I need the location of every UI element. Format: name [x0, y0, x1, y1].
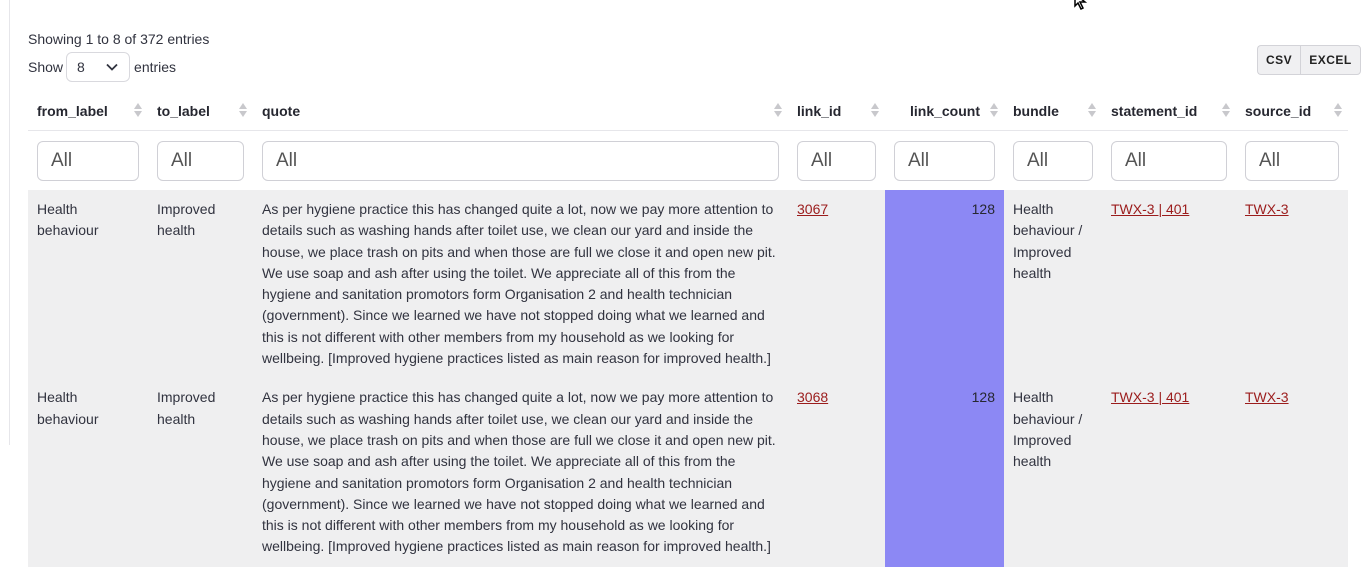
column-header-source-id[interactable]: source_id	[1236, 91, 1348, 131]
sort-icon	[1334, 102, 1342, 118]
column-header-label: from_label	[37, 102, 108, 119]
filter-link-id-input[interactable]: All	[797, 140, 876, 181]
column-header-bundle[interactable]: bundle	[1004, 91, 1102, 131]
filter-link-count-input[interactable]: All	[894, 140, 995, 181]
link-id-link[interactable]: 3067	[797, 201, 828, 217]
sort-icon	[774, 102, 782, 118]
page-length-control: Show 8 entries	[28, 52, 176, 82]
sort-icon	[990, 102, 998, 118]
column-header-label: quote	[262, 102, 301, 119]
filter-bundle-input[interactable]: All	[1013, 140, 1093, 181]
excel-button[interactable]: EXCEL	[1300, 45, 1361, 75]
cell-bundle: Health behaviour / Improved health	[1004, 190, 1102, 379]
column-header-quote[interactable]: quote	[253, 91, 788, 131]
sort-icon	[1088, 102, 1096, 118]
statement-id-link[interactable]: TWX-3 | 401	[1111, 389, 1189, 405]
filter-statement-id-input[interactable]: All	[1111, 140, 1227, 181]
link-id-link[interactable]: 3068	[797, 389, 828, 405]
cell-statement-id: TWX-3 | 401	[1102, 190, 1236, 379]
cell-to-label: Improved health	[148, 190, 253, 379]
page-length-value: 8	[77, 59, 85, 75]
page-left-border	[9, 0, 10, 445]
statement-id-link[interactable]: TWX-3 | 401	[1111, 201, 1189, 217]
source-id-link[interactable]: TWX-3	[1245, 389, 1289, 405]
cell-source-id: TWX-3	[1236, 190, 1348, 379]
table-row: Health behaviour Improved health As per …	[28, 190, 1348, 379]
column-header-label: link_id	[797, 102, 842, 119]
header-row: from_label to_label quote link_id link_c…	[28, 91, 1348, 131]
column-header-link-id[interactable]: link_id	[788, 91, 885, 131]
column-header-label: to_label	[157, 102, 210, 119]
show-label: Show	[28, 59, 64, 75]
sort-icon	[1222, 102, 1230, 118]
sort-icon	[134, 102, 142, 118]
filter-cell: All	[1236, 131, 1348, 191]
table-info: Showing 1 to 8 of 372 entries	[28, 31, 210, 47]
entries-label: entries	[134, 59, 177, 75]
sort-icon	[239, 102, 247, 118]
cell-link-id: 3067	[788, 190, 885, 379]
column-header-label: link_count	[909, 102, 980, 119]
cell-bundle: Health behaviour / Improved health	[1004, 378, 1102, 567]
filter-cell: All	[1102, 131, 1236, 191]
cell-from-label: Health behaviour	[28, 378, 148, 567]
cell-link-id: 3068	[788, 378, 885, 567]
filter-row: All All All All All All All All	[28, 131, 1348, 191]
data-table: from_label to_label quote link_id link_c…	[28, 91, 1348, 567]
cell-source-id: TWX-3	[1236, 378, 1348, 567]
column-header-label: source_id	[1245, 102, 1312, 119]
filter-quote-input[interactable]: All	[262, 140, 779, 181]
column-header-to-label[interactable]: to_label	[148, 91, 253, 131]
filter-cell: All	[253, 131, 788, 191]
table-row: Health behaviour Improved health As per …	[28, 378, 1348, 567]
source-id-link[interactable]: TWX-3	[1245, 201, 1289, 217]
filter-cell: All	[148, 131, 253, 191]
sort-icon	[871, 102, 879, 118]
filter-cell: All	[1004, 131, 1102, 191]
cell-link-count: 128	[885, 190, 1004, 379]
column-header-from-label[interactable]: from_label	[28, 91, 148, 131]
column-header-statement-id[interactable]: statement_id	[1102, 91, 1236, 131]
filter-cell: All	[28, 131, 148, 191]
mouse-cursor-icon	[1074, 0, 1088, 10]
filter-from-label-input[interactable]: All	[37, 140, 139, 181]
column-header-link-count[interactable]: link_count	[885, 91, 1004, 131]
filter-source-id-input[interactable]: All	[1245, 140, 1339, 181]
cell-statement-id: TWX-3 | 401	[1102, 378, 1236, 567]
cell-quote: As per hygiene practice this has changed…	[253, 378, 788, 567]
column-header-label: statement_id	[1111, 102, 1198, 119]
column-header-label: bundle	[1013, 102, 1059, 119]
chevron-down-icon	[106, 63, 118, 71]
csv-button[interactable]: CSV	[1257, 45, 1301, 75]
filter-cell: All	[885, 131, 1004, 191]
filter-cell: All	[788, 131, 885, 191]
export-buttons: CSV EXCEL	[1257, 45, 1361, 75]
cell-link-count: 128	[885, 378, 1004, 567]
cell-quote: As per hygiene practice this has changed…	[253, 190, 788, 379]
page-length-select[interactable]: 8	[66, 52, 131, 82]
cell-from-label: Health behaviour	[28, 190, 148, 379]
filter-to-label-input[interactable]: All	[157, 140, 244, 181]
cell-to-label: Improved health	[148, 378, 253, 567]
